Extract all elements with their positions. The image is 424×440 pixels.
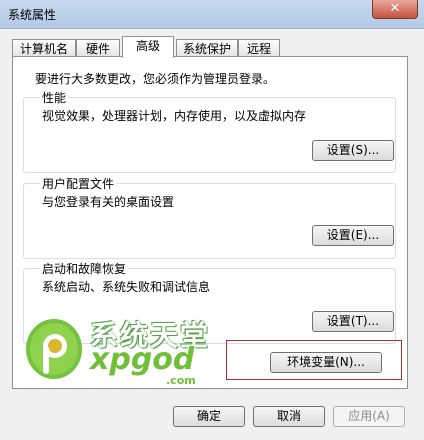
user-profiles-group: 用户配置文件 与您登录有关的桌面设置 设置(E)... <box>23 175 396 259</box>
cancel-button[interactable]: 取消 <box>253 406 325 427</box>
close-button[interactable]: ✕ <box>372 0 418 19</box>
startup-recovery-settings-button[interactable]: 设置(T)... <box>312 311 394 332</box>
xpgod-logo-icon <box>26 319 82 379</box>
window-title: 系统属性 <box>8 8 57 22</box>
performance-group-title: 性能 <box>40 89 69 106</box>
startup-recovery-description: 系统启动、系统失败和调试信息 <box>42 280 211 294</box>
user-profiles-description: 与您登录有关的桌面设置 <box>42 195 175 209</box>
user-profiles-group-title: 用户配置文件 <box>40 175 117 192</box>
performance-description: 视觉效果，处理器计划，内存使用，以及虚拟内存 <box>42 109 307 123</box>
tab-computer-name[interactable]: 计算机名 <box>12 39 76 57</box>
ok-button[interactable]: 确定 <box>173 406 245 427</box>
startup-recovery-group-title: 启动和故障恢复 <box>40 260 129 277</box>
watermark: 系统天堂 xpgod .com <box>24 312 224 388</box>
watermark-domain-text: .com <box>166 374 196 387</box>
title-bar: 系统属性 ✕ <box>0 0 424 29</box>
tab-remote[interactable]: 远程 <box>238 39 280 57</box>
close-icon: ✕ <box>389 1 401 16</box>
apply-button[interactable]: 应用(A) <box>333 406 405 427</box>
highlight-box <box>226 340 402 380</box>
performance-group: 性能 视觉效果，处理器计划，内存使用，以及虚拟内存 设置(S)... <box>23 89 396 173</box>
admin-note: 要进行大多数更改，您必须作为管理员登录。 <box>35 72 276 86</box>
tab-advanced[interactable]: 高级 <box>122 36 174 58</box>
watermark-en-text: xpgod <box>90 342 195 377</box>
user-profiles-settings-button[interactable]: 设置(E)... <box>312 225 394 246</box>
performance-settings-button[interactable]: 设置(S)... <box>312 140 394 161</box>
tab-system-protection[interactable]: 系统保护 <box>176 39 238 57</box>
tab-hardware[interactable]: 硬件 <box>76 39 120 57</box>
